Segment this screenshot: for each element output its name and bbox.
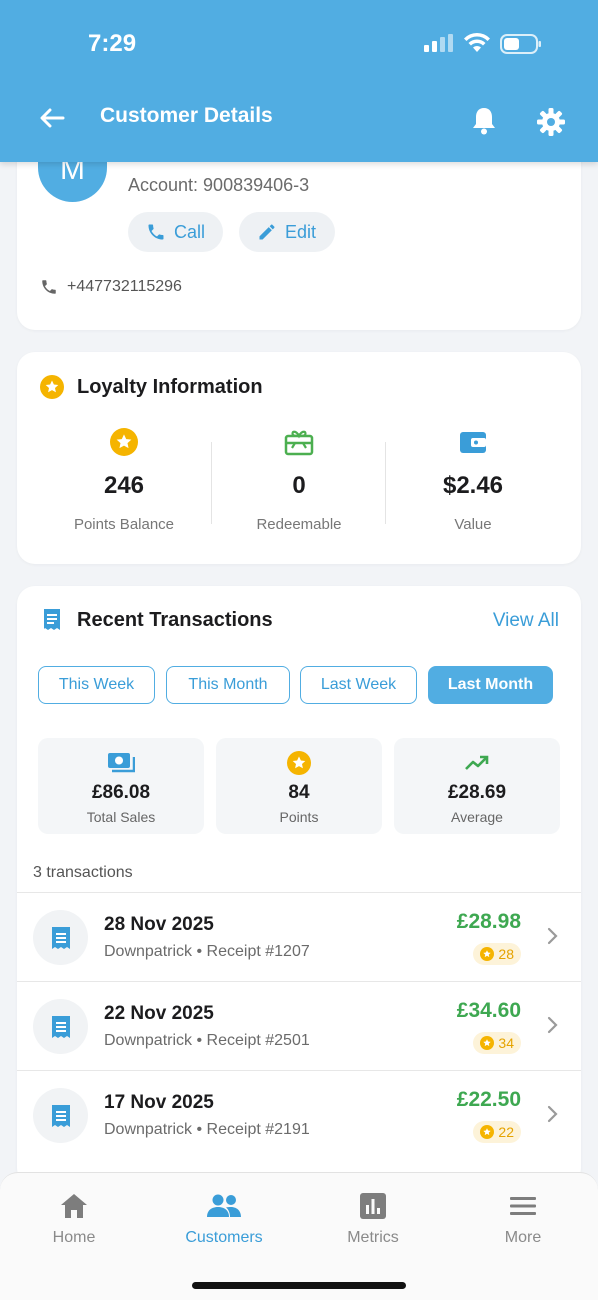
- divider: [385, 442, 386, 524]
- average-value: £28.69: [447, 782, 507, 803]
- cash-icon: [108, 753, 135, 773]
- receipt-icon: [33, 910, 88, 965]
- transaction-subtitle: Downpatrick • Receipt #1207: [104, 943, 310, 960]
- battery-icon: [500, 34, 541, 54]
- phone-row[interactable]: +447732115296: [40, 278, 182, 296]
- redeemable-value: 0: [292, 472, 306, 499]
- customers-icon: [207, 1194, 241, 1217]
- total-sales-stat: £86.08 Total Sales: [38, 738, 204, 834]
- points-label: Points: [279, 809, 319, 825]
- call-label: Call: [173, 221, 205, 242]
- transaction-amount: £22.50: [456, 1088, 521, 1111]
- menu-icon: [510, 1197, 536, 1215]
- total-sales-label: Total Sales: [86, 809, 156, 825]
- points-badge: 34: [473, 1032, 521, 1054]
- nav-customers-label: Customers: [185, 1229, 263, 1246]
- phone-icon: [42, 280, 56, 294]
- star-circle-icon: [480, 947, 495, 961]
- transaction-date: 22 Nov 2025: [104, 1003, 214, 1024]
- transaction-subtitle: Downpatrick • Receipt #2191: [104, 1121, 310, 1138]
- transaction-subtitle: Downpatrick • Receipt #2501: [104, 1032, 310, 1049]
- chevron-right-icon: [547, 1105, 558, 1123]
- pencil-icon: [259, 224, 275, 240]
- view-all-link[interactable]: View All: [493, 610, 559, 632]
- value-amount: $2.46: [442, 472, 504, 499]
- transaction-date: 28 Nov 2025: [104, 914, 214, 935]
- filter-last-month[interactable]: Last Month: [428, 666, 553, 704]
- nav-metrics[interactable]: Metrics: [313, 1191, 433, 1247]
- star-circle-icon: [480, 1125, 495, 1139]
- redeemable-stat: 0 Redeemable: [213, 426, 385, 533]
- metrics-icon: [360, 1193, 386, 1219]
- wallet-icon: [460, 432, 486, 453]
- star-circle-icon: [110, 428, 138, 456]
- nav-more-label: More: [504, 1229, 542, 1246]
- gift-card-icon: [284, 430, 314, 456]
- transaction-amount: £34.60: [456, 999, 521, 1022]
- gear-icon[interactable]: [535, 106, 567, 138]
- star-circle-icon: [287, 751, 311, 775]
- transactions-title: Recent Transactions: [77, 609, 273, 631]
- filter-this-month[interactable]: This Month: [166, 666, 290, 704]
- transaction-date: 17 Nov 2025: [104, 1092, 214, 1113]
- edit-button[interactable]: Edit: [239, 212, 335, 252]
- chevron-right-icon: [547, 1016, 558, 1034]
- points-balance-label: Points Balance: [73, 516, 175, 533]
- edit-label: Edit: [285, 221, 317, 242]
- nav-home[interactable]: Home: [14, 1191, 134, 1247]
- home-icon: [61, 1194, 87, 1218]
- page-title: Customer Details: [100, 104, 273, 127]
- points-balance-stat: 246 Points Balance: [38, 426, 210, 533]
- total-sales-value: £86.08: [91, 782, 151, 803]
- points-balance-value: 246: [103, 472, 145, 499]
- star-circle-icon: [480, 1036, 495, 1050]
- phone-icon: [148, 224, 164, 240]
- trending-up-icon: [465, 755, 489, 770]
- account-number: Account: 900839406-3: [128, 175, 310, 195]
- transaction-amount: £28.98: [456, 910, 521, 933]
- bottom-nav: Home Customers Metrics More: [0, 1172, 598, 1300]
- call-button[interactable]: Call: [128, 212, 223, 252]
- nav-metrics-label: Metrics: [347, 1229, 399, 1246]
- filter-last-week[interactable]: Last Week: [300, 666, 417, 704]
- points-stat: 84 Points: [216, 738, 382, 834]
- average-label: Average: [451, 809, 503, 825]
- receipt-icon: [44, 609, 60, 630]
- back-arrow-icon[interactable]: [36, 102, 68, 134]
- points-badge: 22: [473, 1121, 521, 1143]
- star-circle-icon: [40, 375, 64, 399]
- transaction-count: 3 transactions: [33, 864, 133, 881]
- bell-icon[interactable]: [468, 104, 500, 136]
- transaction-row[interactable]: 28 Nov 2025 Downpatrick • Receipt #1207 …: [17, 892, 581, 981]
- home-indicator[interactable]: [192, 1282, 406, 1289]
- points-badge: 28: [473, 943, 521, 965]
- average-stat: £28.69 Average: [394, 738, 560, 834]
- points-value: 84: [288, 782, 310, 803]
- chevron-right-icon: [547, 927, 558, 945]
- value-stat: $2.46 Value: [387, 426, 559, 533]
- loyalty-card: Loyalty Information 246 Points Balance 0…: [17, 352, 581, 564]
- nav-home-label: Home: [52, 1229, 96, 1246]
- phone-number: +447732115296: [67, 278, 182, 295]
- status-time: 7:29: [88, 30, 137, 57]
- nav-customers[interactable]: Customers: [164, 1191, 284, 1247]
- transaction-row[interactable]: 22 Nov 2025 Downpatrick • Receipt #2501 …: [17, 981, 581, 1070]
- value-label: Value: [454, 516, 492, 533]
- nav-more[interactable]: More: [463, 1191, 583, 1247]
- transaction-row[interactable]: 17 Nov 2025 Downpatrick • Receipt #2191 …: [17, 1070, 581, 1159]
- receipt-icon: [33, 1088, 88, 1143]
- divider: [211, 442, 212, 524]
- wifi-icon: [464, 32, 490, 52]
- app-header: 7:29 Customer Details: [0, 0, 598, 162]
- redeemable-label: Redeemable: [256, 516, 342, 533]
- loyalty-title: Loyalty Information: [77, 376, 263, 398]
- receipt-icon: [33, 999, 88, 1054]
- filter-this-week[interactable]: This Week: [38, 666, 155, 704]
- transactions-card: Recent Transactions View All This Week T…: [17, 586, 581, 1186]
- cellular-signal-icon: [424, 34, 453, 52]
